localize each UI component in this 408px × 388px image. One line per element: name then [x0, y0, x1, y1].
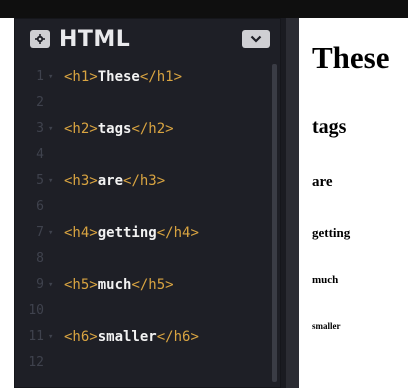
settings-button[interactable]: [30, 30, 50, 48]
code-line[interactable]: 3 ▾ <h2>tags</h2>: [14, 116, 269, 142]
line-number: 5: [36, 173, 44, 188]
code-line[interactable]: 5 ▾ <h3>are</h3>: [14, 168, 269, 194]
code-line[interactable]: 11 ▾ <h6>smaller</h6>: [14, 324, 269, 350]
fold-arrow-icon[interactable]: ▾: [48, 177, 53, 186]
editor-scrollbar[interactable]: [272, 64, 277, 382]
preview-h5: much: [312, 274, 339, 286]
fold-arrow-icon[interactable]: ▾: [48, 229, 53, 238]
code-line[interactable]: 12: [14, 350, 269, 376]
preview-h6: smaller: [312, 321, 341, 331]
code-text: <h4>getting</h4>: [64, 220, 199, 246]
gear-icon: [35, 34, 45, 44]
open-tag: <h6>: [64, 329, 98, 345]
html-editor-panel[interactable]: HTML 1 ▾ <h1>These</h1> 2 3 ▾ <h2>tags</h2> 4 5 ▾…: [14, 18, 281, 388]
open-tag: <h3>: [64, 173, 98, 189]
code-line[interactable]: 10: [14, 298, 269, 324]
close-tag: </h5>: [131, 277, 174, 293]
code-text: <h1>These</h1>: [64, 64, 182, 90]
code-line[interactable]: 2: [14, 90, 269, 116]
close-tag: </h6>: [156, 329, 199, 345]
close-tag: </h3>: [123, 173, 166, 189]
code-line[interactable]: 7 ▾ <h4>getting</h4>: [14, 220, 269, 246]
line-number: 9: [36, 277, 44, 292]
close-tag: </h4>: [156, 225, 199, 241]
fold-arrow-icon[interactable]: ▾: [48, 73, 53, 82]
code-text: <h6>smaller</h6>: [64, 324, 199, 350]
line-number: 3: [36, 121, 44, 136]
tag-content: getting: [97, 225, 157, 241]
open-tag: <h2>: [64, 121, 98, 137]
code-line[interactable]: 4: [14, 142, 269, 168]
tag-content: tags: [97, 121, 132, 137]
fold-arrow-icon[interactable]: ▾: [48, 333, 53, 342]
line-number: 4: [36, 147, 44, 162]
close-tag: </h2>: [131, 121, 174, 137]
line-number: 6: [36, 199, 44, 214]
code-text: <h3>are</h3>: [64, 168, 165, 194]
code-line[interactable]: 8: [14, 246, 269, 272]
line-number: 7: [36, 225, 44, 240]
fold-arrow-icon[interactable]: ▾: [48, 125, 53, 134]
code-area[interactable]: 1 ▾ <h1>These</h1> 2 3 ▾ <h2>tags</h2> 4 5 ▾ <h3>a…: [14, 64, 269, 376]
preview-pane: These tags are getting much smaller: [299, 18, 408, 388]
line-number: 12: [28, 355, 44, 370]
line-number: 1: [36, 69, 44, 84]
open-tag: <h4>: [64, 225, 98, 241]
fold-arrow-icon[interactable]: ▾: [48, 281, 53, 290]
chevron-down-icon: [250, 35, 262, 43]
line-number: 11: [28, 329, 44, 344]
panel-resize-handle[interactable]: [281, 18, 299, 388]
left-margin: [0, 18, 14, 388]
top-bar: [0, 0, 408, 18]
preview-h2: tags: [312, 116, 347, 138]
preview-h3: are: [312, 174, 333, 190]
preview-h1: These: [312, 40, 390, 75]
code-text: <h5>much</h5>: [64, 272, 174, 298]
tag-content: much: [97, 277, 132, 293]
open-tag: <h1>: [64, 69, 98, 85]
code-line[interactable]: 1 ▾ <h1>These</h1>: [14, 64, 269, 90]
tag-content: are: [97, 173, 124, 189]
open-tag: <h5>: [64, 277, 98, 293]
line-number: 8: [36, 251, 44, 266]
line-number: 10: [28, 303, 44, 318]
preview-h4: getting: [312, 225, 351, 240]
editor-title: HTML: [59, 27, 131, 52]
code-text: <h2>tags</h2>: [64, 116, 174, 142]
close-tag: </h1>: [139, 69, 183, 85]
code-line[interactable]: 9 ▾ <h5>much</h5>: [14, 272, 269, 298]
collapse-button[interactable]: [242, 30, 270, 48]
tag-content: smaller: [97, 329, 157, 345]
tag-content: These: [97, 69, 140, 85]
editor-header: HTML: [14, 18, 281, 62]
code-line[interactable]: 6: [14, 194, 269, 220]
line-number: 2: [36, 95, 44, 110]
